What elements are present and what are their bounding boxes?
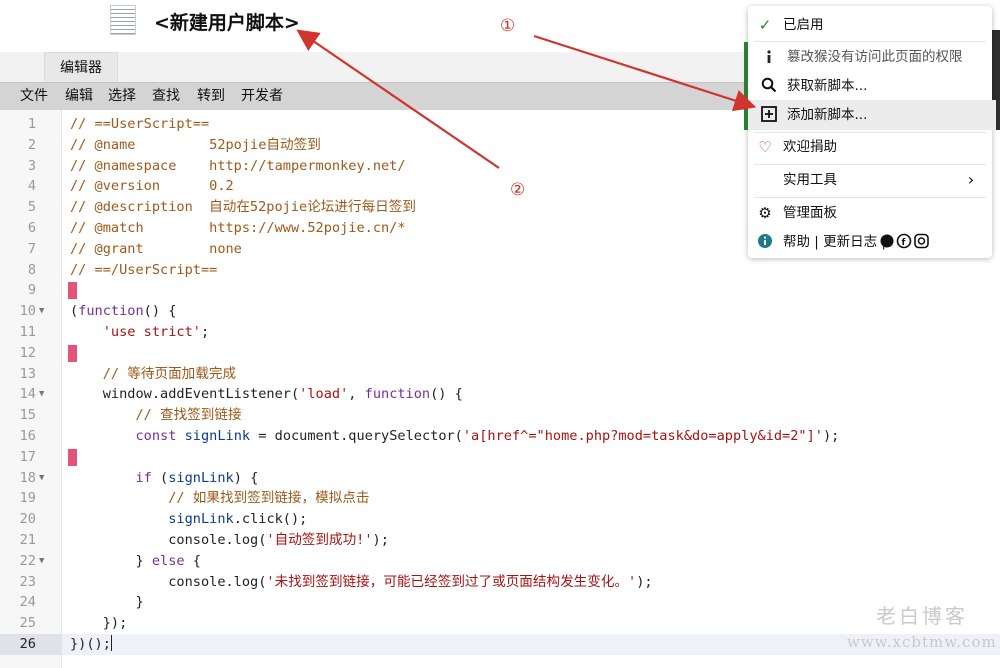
arrow-to-title	[296, 29, 500, 169]
annotation-one: ①	[500, 16, 516, 36]
arrow-to-add-script	[533, 34, 757, 112]
annotation-overlay	[296, 29, 757, 169]
annotation-two: ②	[510, 180, 526, 200]
